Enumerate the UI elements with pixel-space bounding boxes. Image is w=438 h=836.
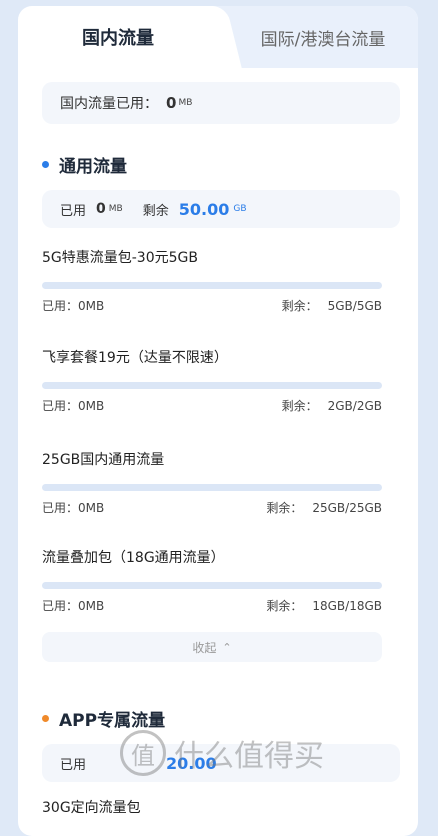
summary-value: 0: [166, 94, 177, 112]
usage-bar: [42, 282, 382, 289]
package-name: 25GB国内通用流量: [42, 452, 165, 468]
collapse-label: 收起: [192, 640, 217, 655]
usage-bar: [42, 382, 382, 389]
package-footer: 已用：0MB 剩余： 25GB/25GB: [42, 499, 382, 516]
general-remain-unit: GB: [233, 204, 247, 214]
app-section-title: APP专属流量: [42, 706, 165, 731]
remain-label: 剩余：: [281, 299, 318, 313]
domestic-usage-summary: 国内流量已用： 0 MB: [42, 82, 400, 124]
used-value: 0MB: [78, 399, 105, 413]
general-remain-value: 50.00: [178, 199, 230, 219]
package-name: 30G定向流量包: [42, 800, 141, 816]
used-value: 0MB: [78, 501, 105, 515]
collapse-button[interactable]: 收起 ⌃: [42, 632, 382, 662]
used-label: 已用：: [42, 299, 79, 313]
package-footer: 已用：0MB 剩余： 5GB/5GB: [42, 297, 382, 314]
summary-unit: MB: [178, 98, 193, 108]
app-title-text: APP专属流量: [59, 711, 166, 731]
usage-bar: [42, 484, 382, 491]
usage-bar: [42, 582, 382, 589]
section-dot-icon: [42, 715, 49, 722]
used-label: 已用：: [42, 599, 79, 613]
used-value: 0MB: [78, 599, 105, 613]
remain-label: 剩余：: [266, 501, 303, 515]
chevron-up-icon: ⌃: [222, 640, 232, 654]
package-footer: 已用：0MB 剩余： 18GB/18GB: [42, 597, 382, 614]
remain-value: 5GB/5GB: [327, 299, 382, 313]
remain-value: 18GB/18GB: [312, 599, 382, 613]
remain-value: 2GB/2GB: [327, 399, 382, 413]
tab-international[interactable]: 国际/港澳台流量: [228, 6, 418, 68]
remain-label: 剩余：: [281, 399, 318, 413]
package-footer: 已用：0MB 剩余： 2GB/2GB: [42, 397, 382, 414]
watermark-logo: 值: [120, 730, 166, 776]
remain-value: 25GB/25GB: [312, 501, 382, 515]
traffic-card: 国内流量 国际/港澳台流量 国内流量已用： 0 MB 通用流量 已用 0 MB …: [18, 6, 418, 836]
used-label: 已用：: [42, 501, 79, 515]
used-label: 已用：: [42, 399, 79, 413]
general-stat-box: 已用 0 MB 剩余 50.00 GB: [42, 190, 400, 228]
general-remain-label: 剩余: [142, 203, 169, 219]
section-dot-icon: [42, 161, 49, 168]
tab-international-label: 国际/港澳台流量: [260, 29, 386, 50]
watermark-text: 什么值得买: [174, 739, 324, 774]
package-name: 流量叠加包（18G通用流量）: [42, 550, 225, 566]
tab-domestic[interactable]: 国内流量: [18, 6, 218, 68]
watermark: 值 什么值得买: [120, 730, 324, 776]
tab-domestic-label: 国内流量: [82, 28, 154, 49]
package-name: 5G特惠流量包-30元5GB: [42, 250, 198, 266]
used-value: 0MB: [78, 299, 105, 313]
general-title-text: 通用流量: [59, 157, 127, 177]
package-item: 5G特惠流量包-30元5GB 已用：0MB 剩余： 5GB/5GB: [42, 248, 382, 314]
general-used-label: 已用: [60, 203, 87, 219]
package-item: 30G定向流量包: [42, 798, 382, 818]
summary-label: 国内流量已用：: [60, 96, 158, 112]
general-used-unit: MB: [108, 204, 123, 214]
package-item: 飞享套餐19元（达量不限速） 已用：0MB 剩余： 2GB/2GB: [42, 348, 382, 414]
tab-bar: 国内流量 国际/港澳台流量: [18, 6, 418, 68]
app-used-label: 已用: [60, 757, 87, 773]
remain-label: 剩余：: [266, 599, 303, 613]
package-name: 飞享套餐19元（达量不限速）: [42, 350, 228, 366]
package-item: 流量叠加包（18G通用流量） 已用：0MB 剩余： 18GB/18GB: [42, 548, 382, 614]
general-used-value: 0: [96, 201, 106, 217]
package-item: 25GB国内通用流量 已用：0MB 剩余： 25GB/25GB: [42, 450, 382, 516]
general-section-title: 通用流量: [42, 152, 127, 177]
watermark-glyph: 值: [131, 741, 155, 770]
